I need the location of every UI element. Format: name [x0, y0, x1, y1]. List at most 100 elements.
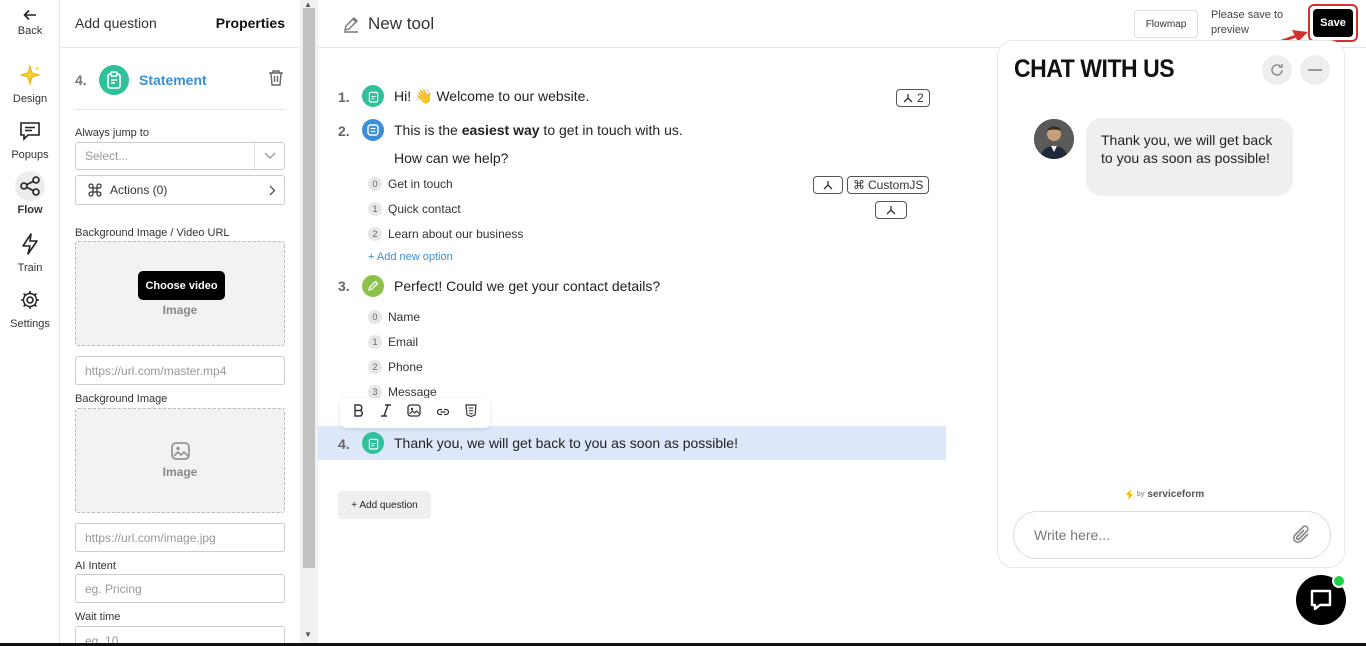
scroll-down-icon[interactable]: ▼	[304, 630, 312, 639]
dropzone-label: Image	[162, 303, 198, 317]
question-2-subtext[interactable]: How can we help?	[394, 150, 508, 166]
italic-icon[interactable]	[380, 404, 392, 422]
choose-video-button[interactable]: Choose video	[138, 271, 225, 300]
jump-chip[interactable]	[813, 176, 843, 194]
video-url-input[interactable]: https://url.com/master.mp4	[75, 356, 285, 385]
list-icon	[362, 119, 384, 141]
select-placeholder: Select...	[85, 149, 129, 163]
image-icon	[171, 442, 190, 460]
question-number: 4.	[75, 72, 87, 88]
divider	[75, 109, 285, 110]
back-button[interactable]: Back	[0, 8, 60, 37]
message-icon	[15, 116, 45, 146]
arrow-left-icon	[23, 9, 36, 21]
question-type: Statement	[139, 72, 207, 88]
video-dropzone[interactable]: Choose video Image	[75, 241, 285, 346]
trash-icon[interactable]	[267, 69, 285, 92]
html-icon[interactable]	[464, 404, 477, 422]
jump-chip[interactable]	[875, 201, 907, 219]
scrollbar-thumb[interactable]	[303, 8, 315, 568]
question-3-number: 3.	[338, 278, 350, 294]
option-label[interactable]: Phone	[388, 360, 423, 374]
question-2-text-pre: This is the	[394, 122, 462, 138]
image-dropzone[interactable]: Image	[75, 408, 285, 513]
avatar	[1034, 119, 1074, 159]
option-label[interactable]: Name	[388, 310, 420, 324]
branch-icon	[903, 94, 913, 103]
powered-by: by serviceform	[1126, 489, 1204, 500]
customjs-chip[interactable]: ⌘ CustomJS	[847, 176, 930, 194]
question-2-text-post: to get in touch with us.	[539, 122, 683, 138]
flowmap-button[interactable]: Flowmap	[1134, 10, 1198, 38]
question-1-number: 1.	[338, 89, 350, 105]
ai-intent-placeholder: eg. Pricing	[85, 581, 142, 596]
image-icon[interactable]	[407, 404, 421, 422]
option-label[interactable]: Get in touch	[388, 177, 453, 191]
option-label[interactable]: Email	[388, 335, 418, 349]
link-icon[interactable]	[436, 404, 450, 422]
jump-count: 2	[917, 91, 924, 105]
app-root: Back Design Popups Flow Train Settings A…	[0, 0, 1366, 646]
clipboard-icon	[99, 65, 129, 95]
chevron-right-icon	[269, 185, 276, 195]
add-option-link[interactable]: + Add new option	[368, 251, 453, 263]
question-3-text[interactable]: Perfect! Could we get your contact detai…	[394, 278, 660, 294]
chat-widget: CHAT WITH US Thank you, we will get back…	[997, 40, 1345, 568]
paperclip-icon[interactable]	[1292, 524, 1312, 546]
tool-name[interactable]: New tool	[368, 14, 434, 34]
sparkles-icon	[15, 60, 45, 90]
chat-message-bubble: Thank you, we will get back to you as so…	[1086, 118, 1293, 196]
bold-icon[interactable]	[353, 404, 365, 422]
command-icon: ⌘	[853, 178, 865, 192]
jump-chip[interactable]: 2	[896, 89, 930, 107]
chat-input-placeholder: Write here...	[1034, 527, 1110, 543]
branch-icon	[886, 206, 896, 215]
question-2-text[interactable]: This is the easiest way to get in touch …	[394, 122, 683, 138]
actions-button[interactable]: Actions (0)	[75, 175, 285, 205]
rail-item-popups[interactable]: Popups	[0, 116, 60, 161]
question-2-number: 2.	[338, 123, 350, 139]
chat-input[interactable]: Write here...	[1013, 511, 1331, 559]
left-rail: Back Design Popups Flow Train Settings	[0, 0, 60, 646]
chevron-down-icon[interactable]	[254, 143, 284, 169]
brand-name: serviceform	[1147, 489, 1205, 500]
lightning-icon	[15, 229, 45, 259]
panel-tabs: Add question Properties	[75, 15, 285, 35]
gear-icon	[15, 285, 45, 315]
rail-item-flow[interactable]: Flow	[0, 171, 60, 216]
option-index: 2	[368, 227, 382, 241]
chat-title: CHAT WITH US	[1014, 55, 1175, 83]
option-index: 1	[368, 335, 382, 349]
save-button[interactable]: Save	[1313, 9, 1353, 37]
rail-item-train[interactable]: Train	[0, 229, 60, 274]
online-status-dot	[1332, 574, 1346, 588]
minimize-icon[interactable]	[1300, 55, 1330, 85]
option-label[interactable]: Message	[388, 385, 437, 399]
dropzone-label: Image	[162, 465, 198, 479]
pencil-icon	[362, 275, 384, 297]
option-label[interactable]: Learn about our business	[388, 227, 523, 241]
flow-list: 1. Hi! 👋 Welcome to our website. 2 2. Th…	[318, 48, 948, 646]
tab-properties[interactable]: Properties	[216, 15, 285, 35]
format-toolbar	[340, 398, 490, 428]
rail-item-settings[interactable]: Settings	[0, 285, 60, 330]
image-url-input[interactable]: https://url.com/image.jpg	[75, 523, 285, 552]
panel-scrollbar[interactable]: ▲ ▼	[300, 0, 318, 646]
rail-label-design: Design	[12, 93, 48, 105]
add-question-button[interactable]: + Add question	[338, 491, 431, 519]
always-jump-select[interactable]: Select...	[75, 142, 285, 170]
branch-icon	[823, 181, 833, 190]
question-4-text[interactable]: Thank you, we will get back to you as so…	[394, 435, 738, 451]
rail-label-popups: Popups	[11, 149, 49, 161]
properties-panel: Add question Properties 4. Statement Alw…	[60, 0, 300, 646]
rail-item-design[interactable]: Design	[0, 60, 60, 105]
question-1-text[interactable]: Hi! 👋 Welcome to our website.	[394, 88, 589, 105]
divider	[60, 47, 300, 48]
option-index: 0	[368, 177, 382, 191]
ai-intent-input[interactable]: eg. Pricing	[75, 574, 285, 603]
command-icon	[88, 183, 102, 197]
option-label[interactable]: Quick contact	[388, 202, 461, 216]
rail-label-settings: Settings	[10, 318, 50, 330]
tab-add-question[interactable]: Add question	[75, 15, 157, 35]
refresh-icon[interactable]	[1262, 55, 1292, 85]
